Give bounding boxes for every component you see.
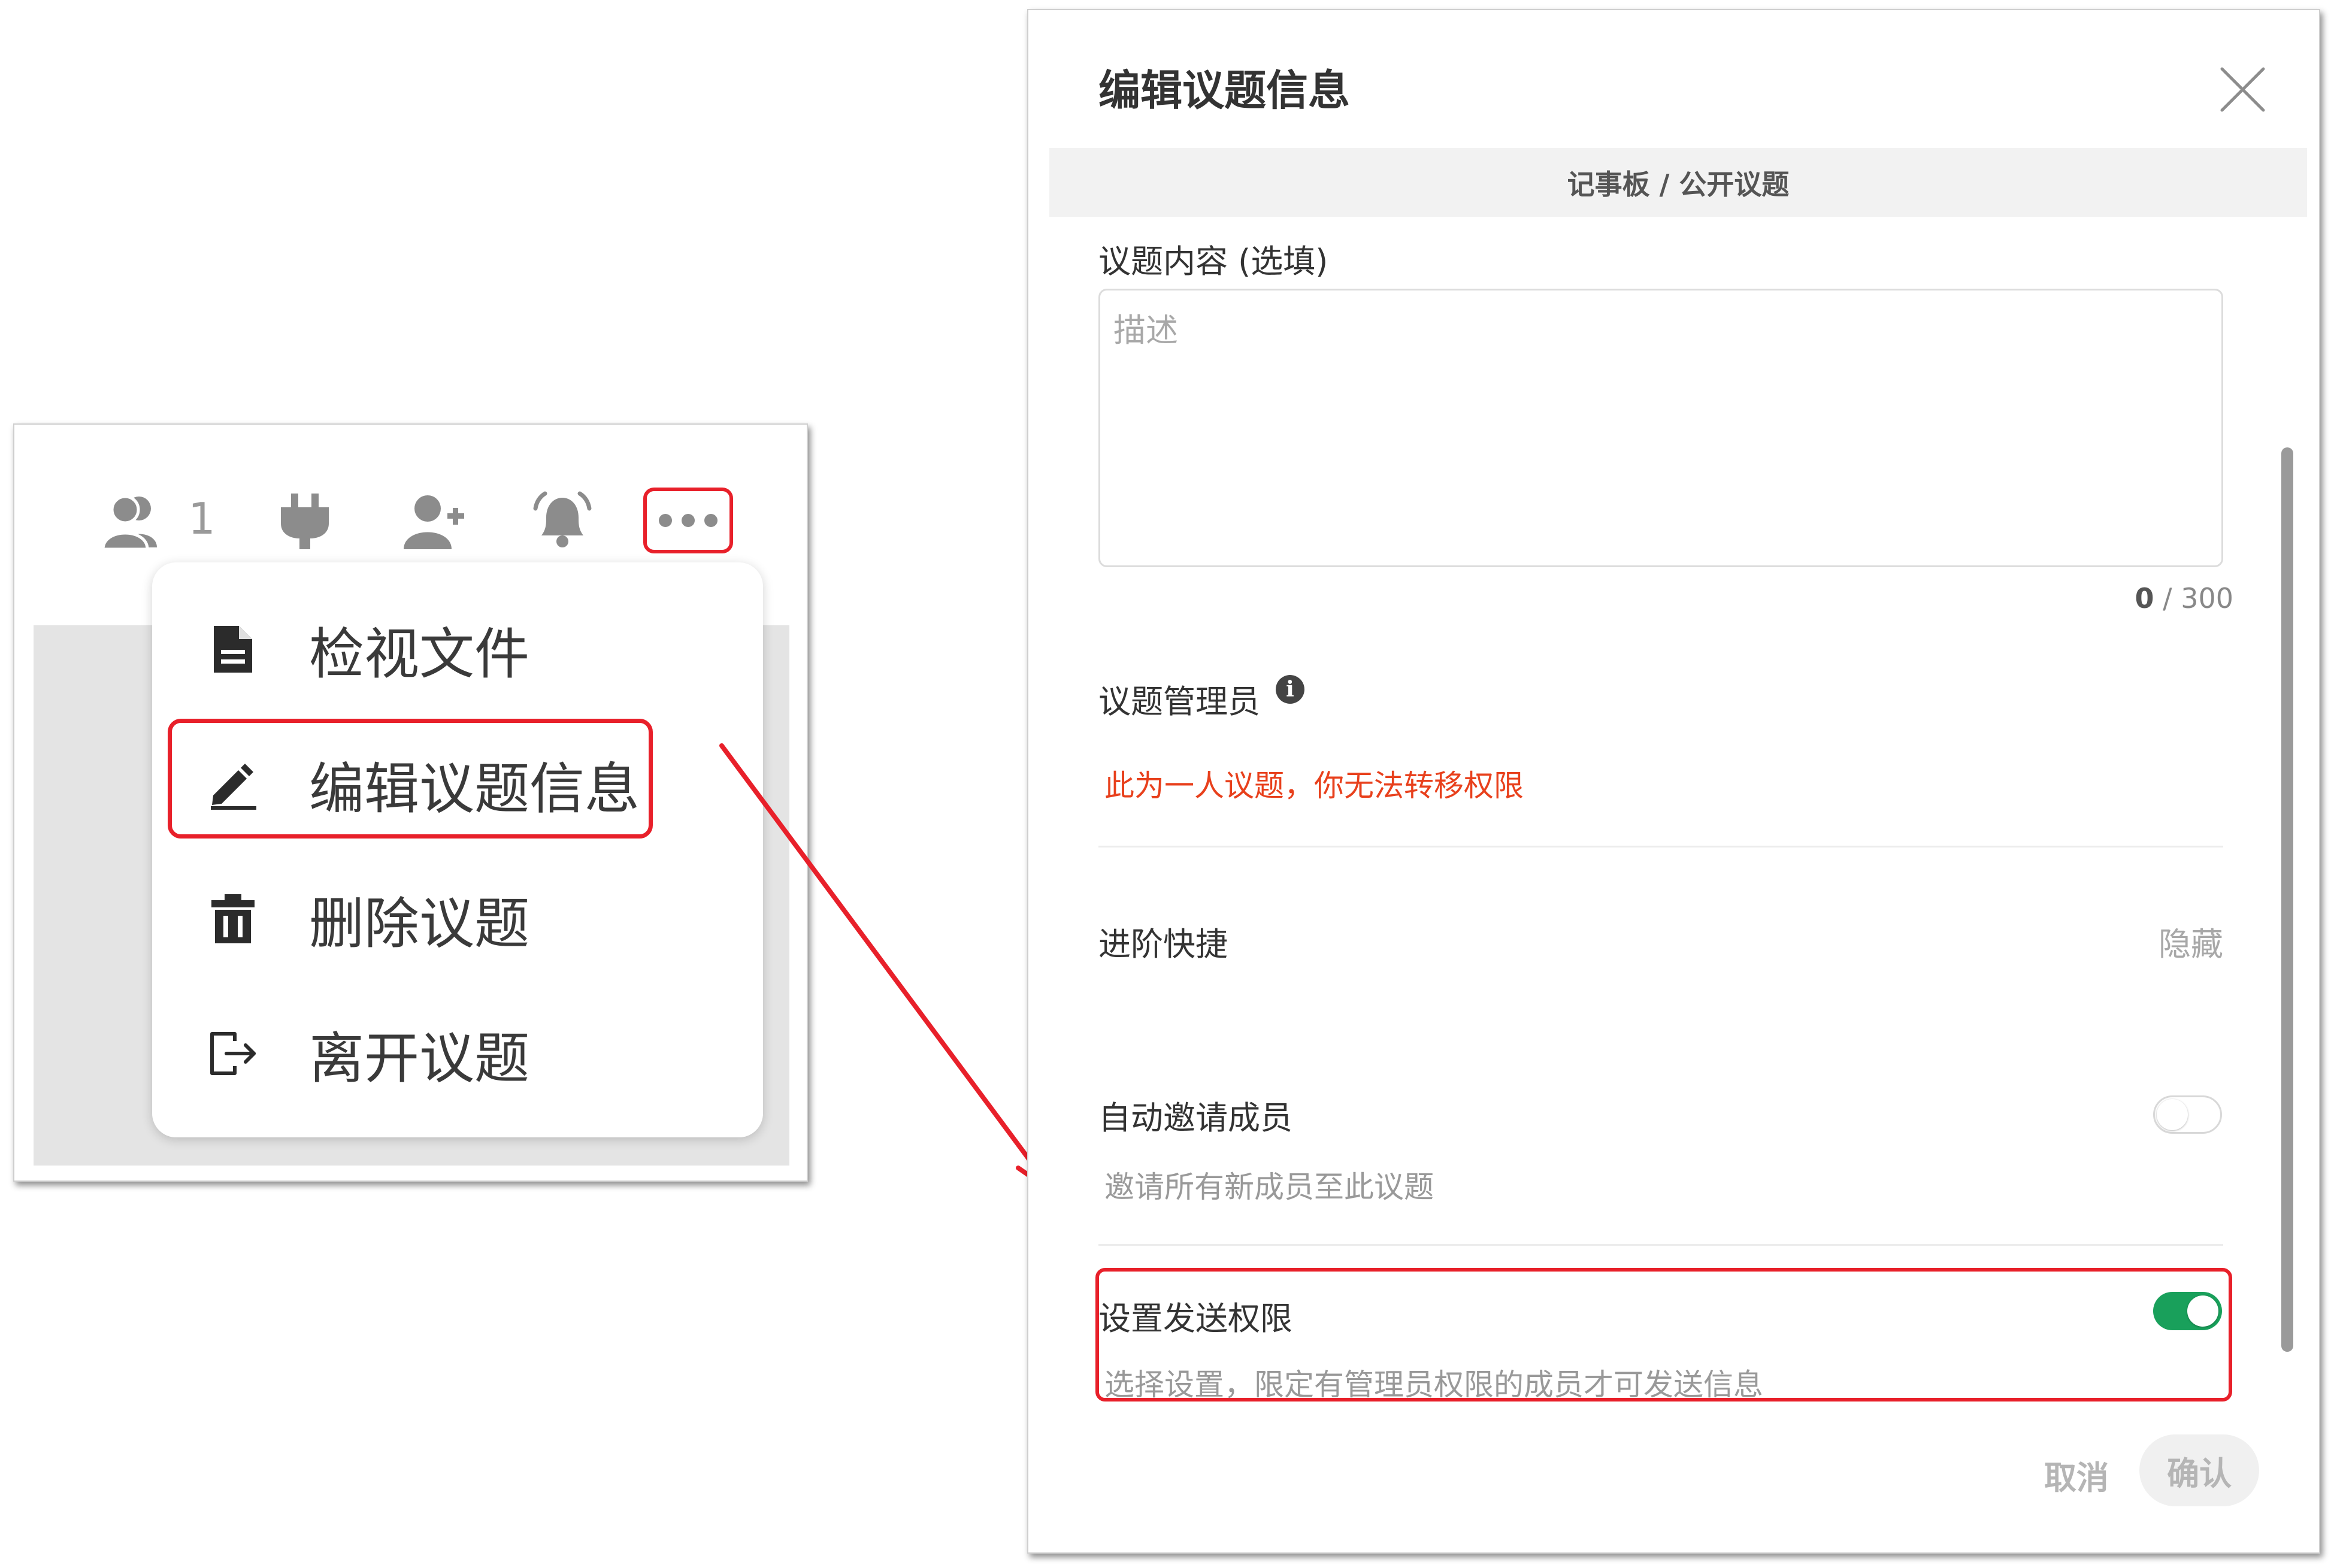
description-input[interactable] [1112, 302, 2205, 556]
menu-item-leave-topic[interactable]: 离开议题 [152, 994, 763, 1113]
topic-options-menu: 检视文件 编辑议题信息 删除议题 离开议题 [152, 562, 763, 1137]
auto-invite-switch[interactable] [2153, 1095, 2222, 1134]
add-member-icon[interactable] [401, 488, 467, 553]
menu-item-label: 检视文件 [309, 622, 530, 686]
auto-invite-desc: 邀请所有新成员至此议题 [1104, 1170, 1434, 1204]
member-count: 1 [188, 494, 216, 544]
permission-highlight [1095, 1268, 2232, 1401]
admin-warning-text: 此为一人议题，你无法转移权限 [1104, 768, 1524, 803]
close-button[interactable] [2217, 64, 2268, 115]
menu-item-view-files[interactable]: 检视文件 [152, 589, 763, 709]
content-label: 议题内容 (选填) [1098, 243, 1328, 280]
plug-icon[interactable] [278, 488, 332, 553]
info-icon[interactable]: i [1276, 675, 1304, 704]
menu-item-label: 删除议题 [309, 891, 530, 956]
edit-item-highlight [168, 719, 653, 839]
menu-item-label: 离开议题 [309, 1026, 530, 1091]
admin-label: 议题管理员 [1098, 683, 1260, 721]
close-icon [2220, 67, 2265, 112]
auto-invite-label: 自动邀请成员 [1098, 1099, 1292, 1137]
members-icon[interactable] [98, 488, 164, 553]
advanced-hide-toggle[interactable]: 隐藏 [2159, 918, 2223, 965]
section-divider [1098, 1244, 2223, 1246]
more-icon [659, 514, 672, 527]
more-options-button[interactable] [643, 488, 733, 553]
edit-topic-dialog: 编辑议题信息 记事板 / 公开议题 议题内容 (选填) 0 / 300 议题管理… [1027, 9, 2320, 1554]
description-field[interactable] [1098, 289, 2223, 567]
bell-icon[interactable] [529, 488, 595, 553]
advanced-label: 进阶快捷 [1098, 925, 1228, 963]
menu-item-delete-topic[interactable]: 删除议题 [152, 859, 763, 979]
exit-icon [203, 1024, 263, 1083]
confirm-button[interactable]: 确认 [2139, 1434, 2259, 1506]
scrollbar[interactable] [2281, 447, 2293, 1352]
file-icon [203, 619, 263, 679]
dialog-title: 编辑议题信息 [1098, 66, 1350, 115]
trash-icon [203, 889, 263, 949]
char-count: 0 / 300 [2135, 582, 2233, 615]
breadcrumb: 记事板 / 公开议题 [1049, 148, 2307, 217]
cancel-button[interactable]: 取消 [2032, 1442, 2121, 1508]
section-divider [1098, 846, 2223, 847]
